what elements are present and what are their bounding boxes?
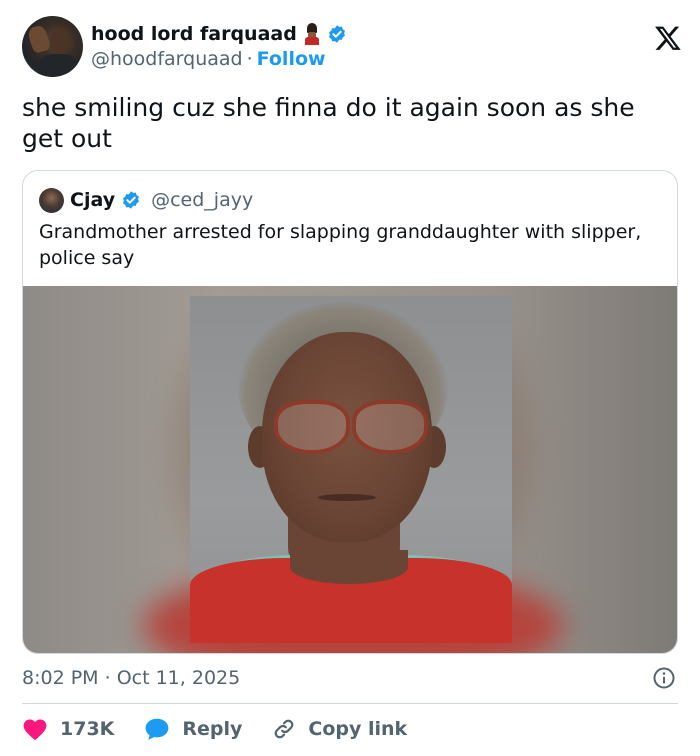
- heart-icon: [23, 719, 47, 741]
- like-count: 173K: [60, 718, 115, 740]
- timestamp-time: 8:02 PM: [22, 667, 99, 689]
- tweet-timestamp[interactable]: 8:02 PM · Oct 11, 2025: [22, 667, 240, 689]
- avatar-hand: [26, 23, 52, 55]
- reply-label: Reply: [182, 718, 243, 740]
- reply-bubble-icon: [146, 718, 169, 741]
- guard-emoji-icon: [303, 23, 321, 45]
- quoted-author-handle: @ced_jayy: [151, 189, 254, 211]
- quoted-tweet-card[interactable]: Cjay @ced_jayy Grandmother arrested for …: [22, 170, 678, 654]
- copy-link-button[interactable]: Copy link: [272, 717, 407, 741]
- tweet-actions: 173K Reply Copy link: [22, 713, 437, 745]
- author-handle[interactable]: @hoodfarquaad: [91, 48, 243, 70]
- quoted-author-name: Cjay: [70, 189, 116, 211]
- timestamp-date: Oct 11, 2025: [116, 667, 241, 689]
- mugshot-photo: [190, 296, 512, 643]
- quoted-tweet-image[interactable]: [23, 286, 677, 653]
- mugshot-shirt-neckline: [290, 550, 408, 584]
- handle-separator: ·: [246, 48, 253, 70]
- copy-link-label: Copy link: [308, 718, 408, 740]
- quoted-tweet-header: Cjay @ced_jayy: [39, 187, 253, 213]
- verified-badge-icon: [328, 25, 345, 43]
- like-button[interactable]: 173K: [22, 717, 114, 741]
- author-avatar[interactable]: [22, 16, 83, 77]
- avatar-shirt: [38, 54, 78, 77]
- avatar-head: [50, 28, 70, 54]
- x-logo-icon[interactable]: [654, 24, 682, 52]
- actions-divider: [22, 703, 678, 704]
- tweet-text: she smiling cuz she finna do it again so…: [22, 93, 635, 153]
- quoted-tweet-text: Grandmother arrested for slapping grandd…: [39, 221, 642, 269]
- mugshot-mouth: [318, 494, 376, 501]
- author-name-row: hood lord farquaad: [91, 22, 347, 46]
- tweet-timestamp-row: 8:02 PM · Oct 11, 2025: [22, 664, 678, 692]
- timestamp-separator: ·: [104, 667, 111, 689]
- follow-button[interactable]: Follow: [257, 48, 326, 70]
- glasses-left-lens: [274, 400, 350, 454]
- info-icon[interactable]: [652, 666, 676, 690]
- link-icon: [275, 719, 294, 739]
- glasses-right-lens: [352, 400, 428, 454]
- quoted-author-avatar: [39, 187, 64, 213]
- tweet-header: hood lord farquaad @hoodfarquaad · Follow: [22, 16, 682, 78]
- verified-badge-icon: [123, 191, 140, 209]
- author-handle-row: @hoodfarquaad · Follow: [91, 48, 326, 70]
- reply-button[interactable]: Reply: [144, 717, 242, 741]
- author-display-name[interactable]: hood lord farquaad: [91, 23, 297, 45]
